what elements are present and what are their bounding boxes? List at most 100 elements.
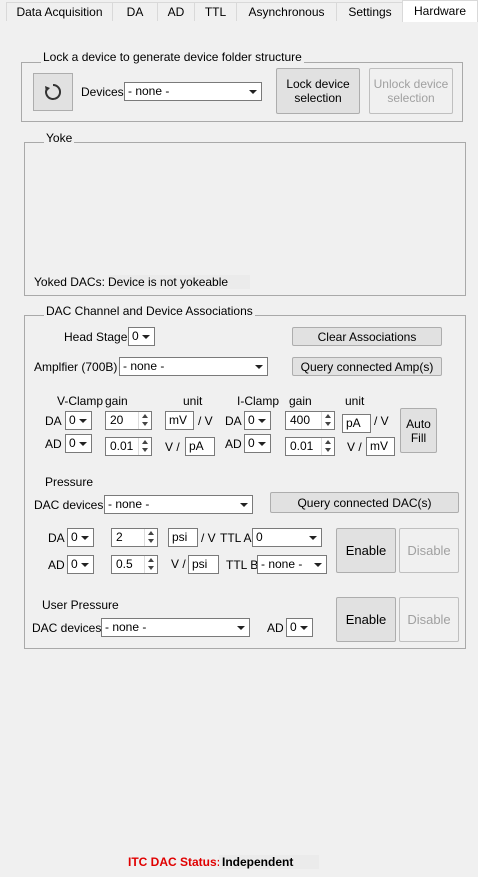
ttl-b-dropdown[interactable]: - none - [257, 555, 327, 574]
iclamp-title: I-Clamp [237, 394, 280, 408]
pressure-da-value: 0 [71, 530, 78, 544]
chevron-down-icon [314, 563, 322, 567]
iclamp-da-gain-value: 400 [290, 413, 311, 427]
tab-data-acquisition[interactable]: Data Acquisition [6, 2, 113, 21]
ttl-b-label: TTL B [226, 558, 259, 572]
chevron-down-icon [79, 419, 87, 423]
vclamp-ad-per-label: V / [165, 440, 180, 454]
vclamp-ad-label: AD [45, 437, 62, 451]
iclamp-ad-dropdown[interactable]: 0 [244, 434, 271, 453]
down-arrow-icon [148, 539, 154, 543]
pressure-da-dropdown[interactable]: 0 [67, 528, 94, 547]
head-stage-dropdown[interactable]: 0 [128, 327, 155, 346]
up-arrow-icon [325, 414, 331, 418]
ttl-a-value: 0 [256, 530, 263, 544]
iclamp-da-label: DA [225, 414, 242, 428]
down-arrow-icon [142, 448, 148, 452]
chevron-down-icon [258, 419, 266, 423]
head-stage-value: 0 [132, 329, 139, 343]
lock-device-button[interactable]: Lock device selection [276, 68, 360, 114]
pressure-da-label: DA [48, 531, 65, 545]
spinner-buttons[interactable] [138, 438, 151, 455]
iclamp-ad-per-label: V / [347, 440, 362, 454]
spinner-buttons[interactable] [144, 529, 157, 546]
tab-settings[interactable]: Settings [336, 2, 404, 21]
down-arrow-icon [148, 566, 154, 570]
tab-hardware[interactable]: Hardware [402, 0, 478, 22]
amplifier-value: - none - [123, 359, 165, 373]
user-pressure-ad-label: AD [267, 621, 284, 635]
vclamp-gain-header: gain [105, 394, 128, 408]
vclamp-da-gain-stepper[interactable]: 20 [105, 411, 152, 430]
spinner-buttons[interactable] [321, 412, 334, 429]
tab-ad[interactable]: AD [157, 2, 195, 21]
vclamp-da-unit-field[interactable]: mV [165, 411, 194, 430]
yoke-group-title: Yoke [44, 131, 75, 145]
user-pressure-disable-button[interactable]: Disable [399, 597, 459, 642]
tab-da[interactable]: DA [112, 2, 158, 21]
ttl-a-dropdown[interactable]: 0 [252, 528, 322, 547]
pressure-da-per-label: / V [201, 531, 216, 545]
ttl-b-value: - none - [261, 557, 303, 571]
tab-asynchronous[interactable]: Asynchronous [236, 2, 337, 21]
iclamp-ad-unit-field[interactable]: mV [366, 437, 395, 456]
down-arrow-icon [325, 422, 331, 426]
auto-fill-button[interactable]: Auto Fill [400, 408, 437, 453]
pressure-da-gain-value: 2 [116, 530, 123, 544]
iclamp-ad-gain-value: 0.01 [290, 439, 314, 453]
pressure-ad-unit-field[interactable]: psi [188, 555, 219, 574]
vclamp-ad-gain-stepper[interactable]: 0.01 [105, 437, 152, 456]
pressure-dac-devices-value: - none - [108, 497, 150, 511]
user-pressure-dac-devices-dropdown[interactable]: - none - [101, 618, 250, 637]
user-pressure-ad-value: 0 [290, 620, 297, 634]
vclamp-da-value: 0 [69, 413, 76, 427]
refresh-button[interactable] [33, 73, 73, 111]
spinner-buttons[interactable] [321, 438, 334, 455]
pressure-enable-button[interactable]: Enable [336, 528, 396, 573]
down-arrow-icon [142, 422, 148, 426]
spinner-buttons[interactable] [138, 412, 151, 429]
vclamp-ad-dropdown[interactable]: 0 [65, 434, 92, 453]
lock-device-group-title: Lock a device to generate device folder … [41, 50, 304, 64]
iclamp-da-unit-field[interactable]: pA [342, 414, 371, 433]
amplifier-dropdown[interactable]: - none - [119, 357, 268, 376]
pressure-ad-gain-stepper[interactable]: 0.5 [111, 555, 158, 574]
iclamp-da-gain-stepper[interactable]: 400 [285, 411, 335, 430]
pressure-dac-devices-dropdown[interactable]: - none - [104, 495, 253, 514]
pressure-ad-value: 0 [71, 557, 78, 571]
spinner-buttons[interactable] [144, 556, 157, 573]
up-arrow-icon [148, 531, 154, 535]
iclamp-da-dropdown[interactable]: 0 [244, 411, 271, 430]
tab-bar: Data Acquisition DA AD TTL Asynchronous … [0, 0, 478, 22]
query-dac-button[interactable]: Query connected DAC(s) [270, 492, 459, 513]
up-arrow-icon [142, 414, 148, 418]
pressure-disable-button[interactable]: Disable [399, 528, 459, 573]
iclamp-ad-gain-stepper[interactable]: 0.01 [285, 437, 335, 456]
user-pressure-enable-button[interactable]: Enable [336, 597, 396, 642]
refresh-icon [41, 80, 65, 104]
pressure-ad-per-label: V / [171, 557, 186, 571]
devices-dropdown[interactable]: - none - [124, 82, 262, 101]
iclamp-da-value: 0 [248, 413, 255, 427]
iclamp-ad-value: 0 [248, 436, 255, 450]
dac-associations-group-title: DAC Channel and Device Associations [44, 304, 255, 318]
iclamp-ad-label: AD [225, 437, 242, 451]
user-pressure-ad-dropdown[interactable]: 0 [286, 618, 313, 637]
chevron-down-icon [240, 503, 248, 507]
vclamp-ad-unit-field[interactable]: pA [185, 437, 215, 456]
vclamp-da-dropdown[interactable]: 0 [65, 411, 92, 430]
iclamp-da-per-label: / V [374, 414, 389, 428]
tab-ttl[interactable]: TTL [194, 2, 237, 21]
ttl-a-label: TTL A [220, 531, 252, 545]
pressure-da-unit-field[interactable]: psi [168, 528, 198, 547]
down-arrow-icon [325, 448, 331, 452]
unlock-device-button[interactable]: Unlock device selection [369, 68, 453, 114]
chevron-down-icon [81, 563, 89, 567]
chevron-down-icon [237, 626, 245, 630]
amplifier-label: Amplfier (700B) [34, 360, 118, 374]
pressure-da-gain-stepper[interactable]: 2 [111, 528, 158, 547]
up-arrow-icon [142, 440, 148, 444]
query-amp-button[interactable]: Query connected Amp(s) [292, 357, 442, 376]
clear-associations-button[interactable]: Clear Associations [292, 327, 442, 346]
pressure-ad-dropdown[interactable]: 0 [67, 555, 94, 574]
